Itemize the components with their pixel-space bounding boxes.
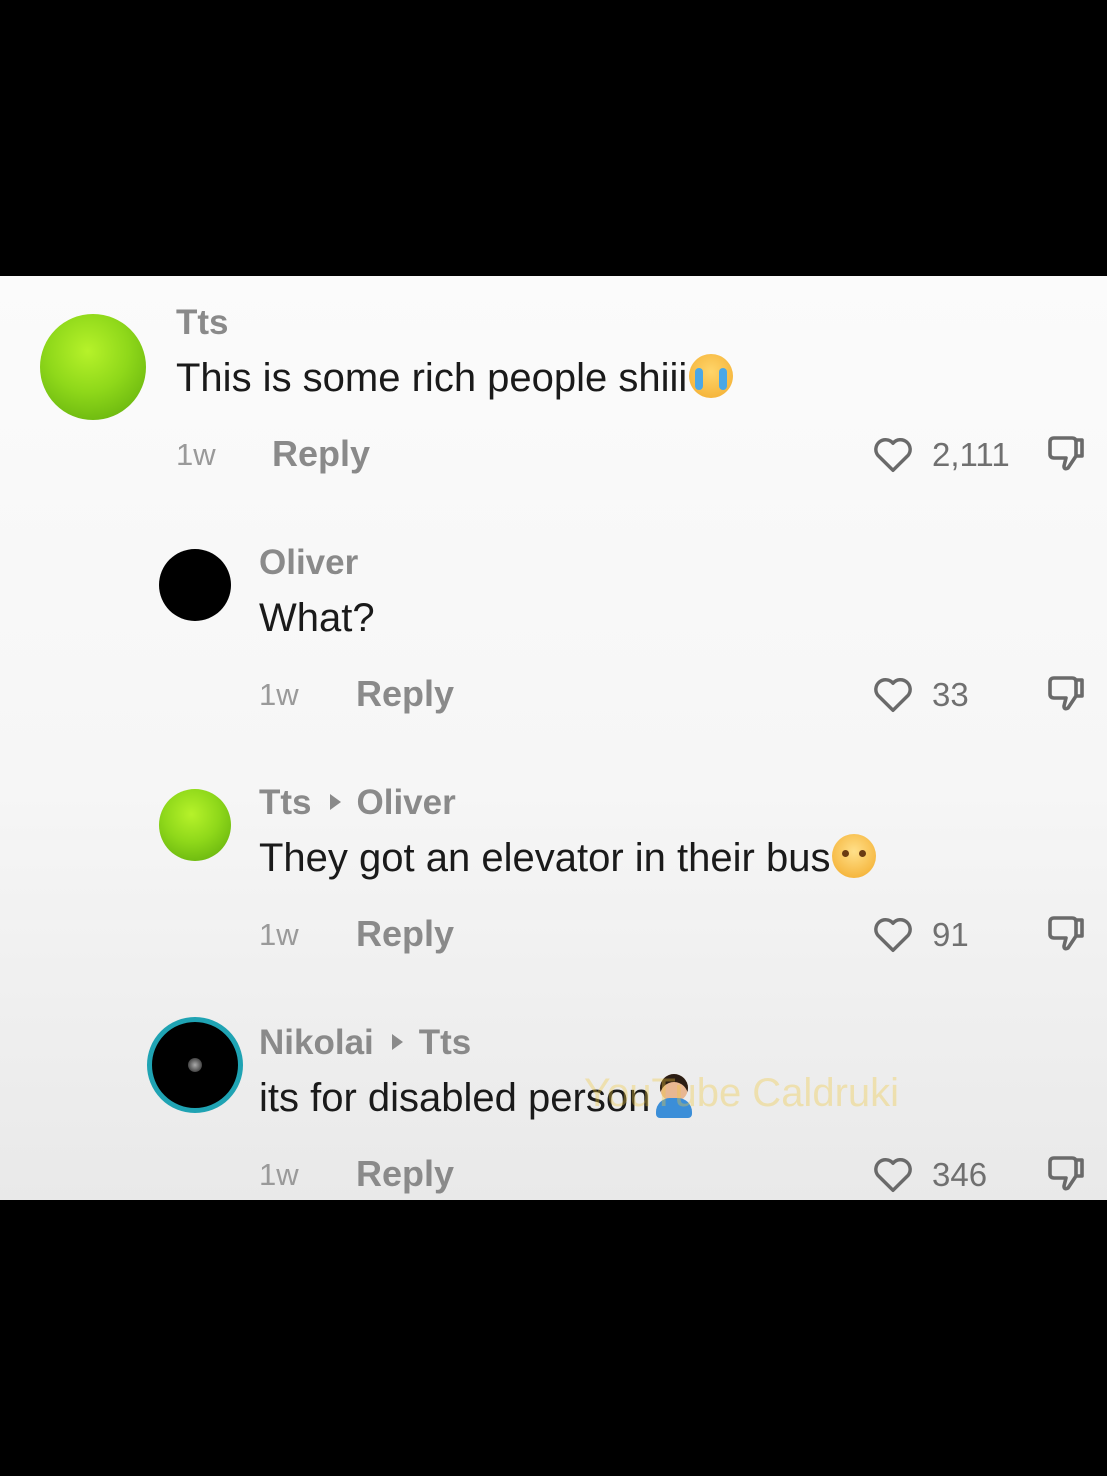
comment-text: They got an elevator in their bus xyxy=(259,834,877,882)
heart-icon[interactable] xyxy=(870,431,916,477)
like-count: 91 xyxy=(932,916,969,953)
comment-username[interactable]: Oliver xyxy=(259,543,358,583)
username-link[interactable]: Oliver xyxy=(259,543,358,582)
avatar[interactable] xyxy=(40,314,146,420)
comment-text-content: This is some rich people shiii xyxy=(176,356,688,400)
comments-panel: Tts This is some rich people shiii 1w Re… xyxy=(0,276,1107,1200)
avatar[interactable] xyxy=(159,789,231,861)
loudly-crying-face-icon xyxy=(689,354,734,399)
comment-username: Tts Oliver xyxy=(259,783,456,823)
pleading-face-icon xyxy=(832,834,877,879)
avatar[interactable] xyxy=(147,1017,243,1113)
reply-button[interactable]: Reply xyxy=(356,1153,454,1195)
comment-time: 1w xyxy=(176,437,216,472)
reply-button[interactable]: Reply xyxy=(356,673,454,715)
comment-username: Nikolai Tts xyxy=(259,1023,471,1063)
username-link[interactable]: Nikolai xyxy=(259,1023,374,1062)
username-link[interactable]: Tts xyxy=(176,303,229,342)
comment-time: 1w xyxy=(259,1157,299,1192)
dislike-icon[interactable] xyxy=(1042,910,1090,958)
comment-username[interactable]: Tts xyxy=(176,303,229,343)
comment-text: What? xyxy=(259,596,375,641)
like-count: 33 xyxy=(932,676,969,713)
reply-arrow-icon xyxy=(391,1033,403,1050)
avatar[interactable] xyxy=(159,549,231,621)
like-count: 346 xyxy=(932,1156,988,1193)
dislike-icon[interactable] xyxy=(1042,430,1090,478)
heart-icon[interactable] xyxy=(870,671,916,717)
reply-button[interactable]: Reply xyxy=(272,433,370,475)
comment-text-content: What? xyxy=(259,596,375,640)
reply-to-username-link[interactable]: Oliver xyxy=(357,783,456,822)
like-count: 2,111 xyxy=(932,436,1010,473)
reply-button[interactable]: Reply xyxy=(356,913,454,955)
heart-icon[interactable] xyxy=(870,1151,916,1197)
comment-text-content: They got an elevator in their bus xyxy=(259,836,831,880)
comment-text: This is some rich people shiii xyxy=(176,354,734,402)
reply-to-username-link[interactable]: Tts xyxy=(419,1023,472,1062)
comment-time: 1w xyxy=(259,917,299,952)
dislike-icon[interactable] xyxy=(1042,670,1090,718)
reply-arrow-icon xyxy=(329,793,341,810)
watermark: YouTube Caldruki xyxy=(584,1071,900,1115)
heart-icon[interactable] xyxy=(870,911,916,957)
username-link[interactable]: Tts xyxy=(259,783,312,822)
comment-time: 1w xyxy=(259,677,299,712)
dislike-icon[interactable] xyxy=(1042,1150,1090,1198)
